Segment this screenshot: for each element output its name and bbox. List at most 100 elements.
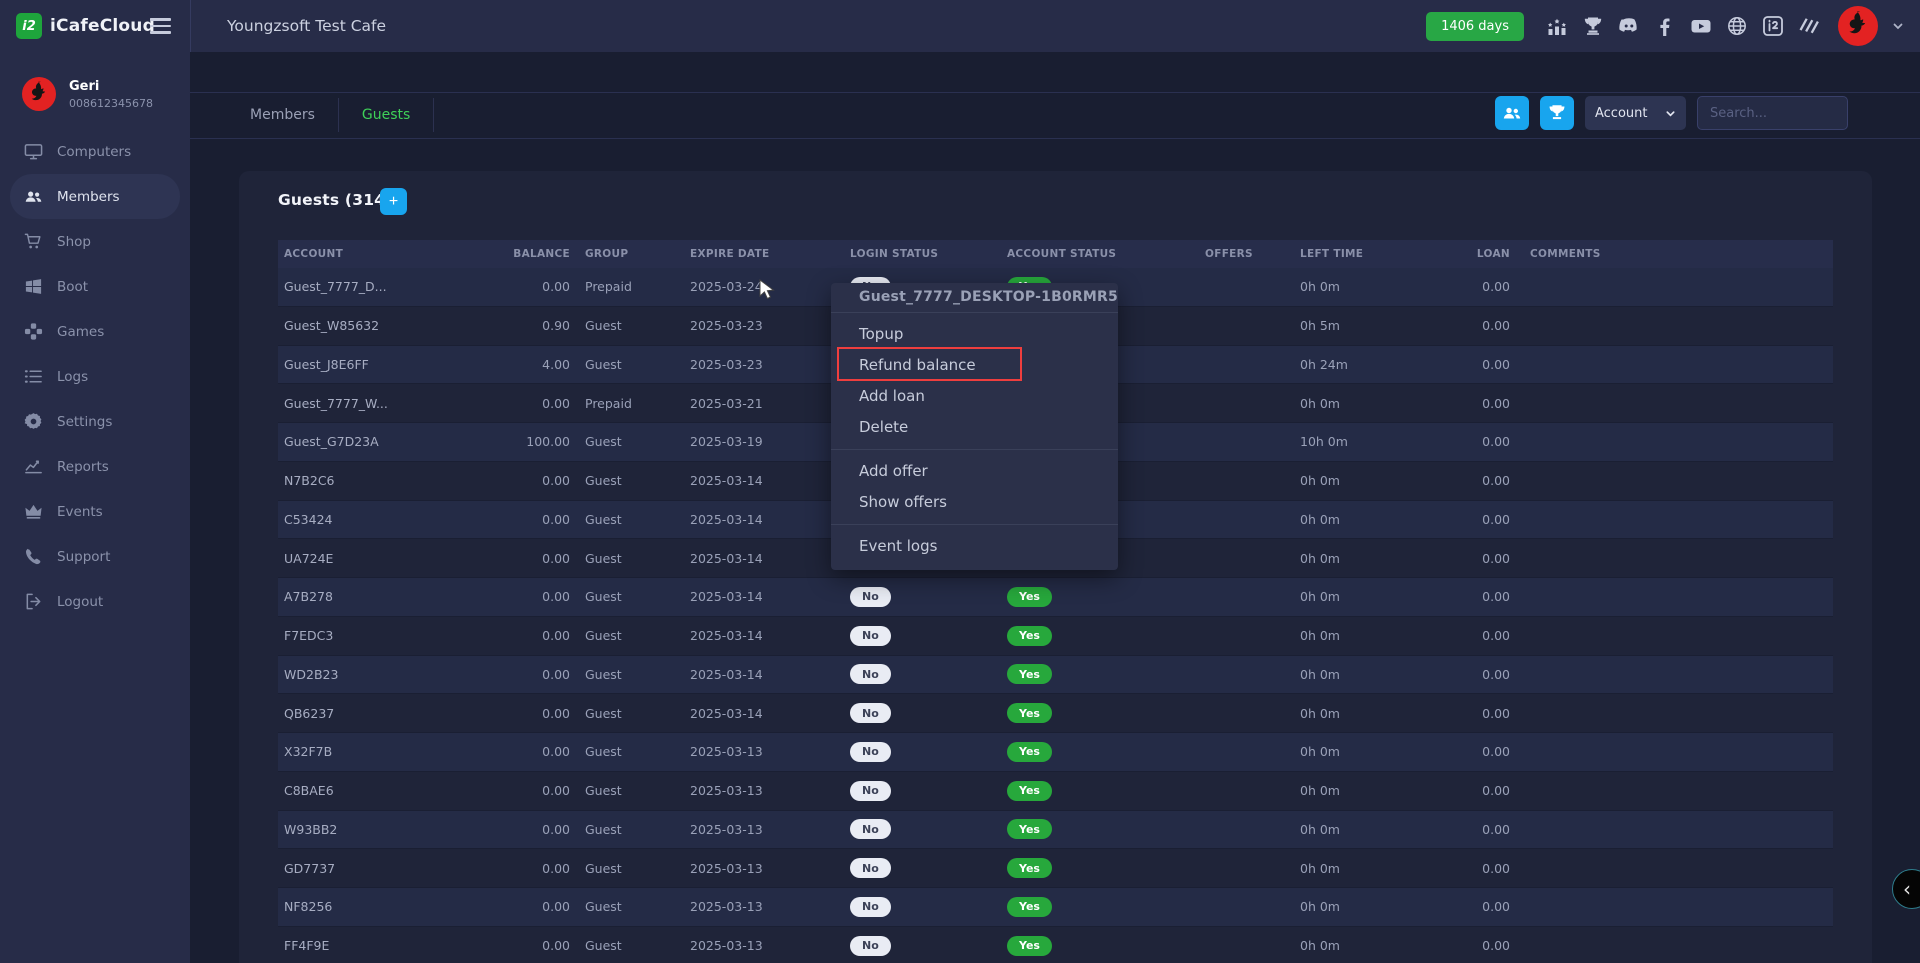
balance-cell: 0.00	[430, 706, 570, 721]
youngzsoft-icon[interactable]	[1798, 15, 1820, 37]
column-header-offers: OFFERS	[1205, 248, 1300, 260]
left-time-cell: 0h 0m	[1300, 938, 1420, 953]
column-header-left-time: LEFT TIME	[1300, 248, 1420, 260]
sidebar-item-boot[interactable]: Boot	[0, 264, 190, 309]
icafecloud-icon[interactable]	[1762, 15, 1784, 37]
no-status-badge: No	[850, 742, 891, 762]
discord-icon[interactable]	[1618, 15, 1640, 37]
sidebar-item-label: Boot	[57, 279, 88, 295]
facebook-icon[interactable]	[1654, 15, 1676, 37]
sidebar-item-shop[interactable]: Shop	[0, 219, 190, 264]
tab-guests[interactable]: Guests	[339, 98, 434, 132]
tab-members[interactable]: Members	[227, 98, 339, 132]
account-select[interactable]: Account	[1585, 96, 1686, 130]
chevron-down-icon[interactable]	[1892, 20, 1904, 32]
menu-item-refund-balance[interactable]: Refund balance	[831, 350, 1118, 381]
menu-toggle-icon[interactable]	[150, 16, 171, 36]
sidebar-item-computers[interactable]: Computers	[0, 129, 190, 174]
table-row[interactable]: C8BAE60.00Guest2025-03-13NoYes0h 0m0.00	[278, 772, 1833, 811]
table-row[interactable]: QB62370.00Guest2025-03-14NoYes0h 0m0.00	[278, 694, 1833, 733]
sidebar-item-label: Logout	[57, 594, 103, 610]
account-status-cell: Yes	[1007, 587, 1205, 607]
search-input[interactable]	[1697, 96, 1848, 130]
sidebar: Geri 008612345678 ComputersMembersShopBo…	[0, 52, 190, 963]
left-time-cell: 0h 0m	[1300, 706, 1420, 721]
balance-cell: 0.00	[430, 512, 570, 527]
select-chevron-icon	[1665, 108, 1676, 119]
menu-item-show-offers[interactable]: Show offers	[831, 487, 1118, 518]
menu-item-event-logs[interactable]: Event logs	[831, 531, 1118, 562]
account-status-cell: Yes	[1007, 742, 1205, 762]
expire-date-cell: 2025-03-13	[690, 861, 850, 876]
members-view-button[interactable]	[1495, 96, 1529, 130]
column-header-loan: LOAN	[1420, 248, 1510, 260]
menu-item-add-loan[interactable]: Add loan	[831, 381, 1118, 412]
balance-cell: 0.00	[430, 396, 570, 411]
ranking-view-button[interactable]	[1540, 96, 1574, 130]
balance-cell: 4.00	[430, 357, 570, 372]
days-button[interactable]: 1406 days	[1426, 12, 1524, 41]
user-avatar[interactable]	[1838, 6, 1878, 46]
loan-cell: 0.00	[1420, 512, 1510, 527]
sidebar-item-label: Computers	[57, 144, 131, 160]
annotation-rect	[837, 347, 1022, 381]
table-row[interactable]: F7EDC30.00Guest2025-03-14NoYes0h 0m0.00	[278, 617, 1833, 656]
group-cell: Guest	[570, 357, 690, 372]
expire-date-cell: 2025-03-24	[690, 279, 850, 294]
loan-cell: 0.00	[1420, 357, 1510, 372]
left-time-cell: 0h 0m	[1300, 899, 1420, 914]
account-cell: F7EDC3	[278, 628, 430, 643]
group-cell: Guest	[570, 861, 690, 876]
no-status-badge: No	[850, 858, 891, 878]
sidebar-item-games[interactable]: Games	[0, 309, 190, 354]
members-icon	[1502, 103, 1522, 123]
trophy-icon[interactable]	[1582, 15, 1604, 37]
sidebar-item-logs[interactable]: Logs	[0, 354, 190, 399]
table-row[interactable]: GD77370.00Guest2025-03-13NoYes0h 0m0.00	[278, 849, 1833, 888]
sidebar-item-events[interactable]: Events	[0, 489, 190, 534]
sidebar-item-reports[interactable]: Reports	[0, 444, 190, 489]
brand: i2 iCafeCloud	[16, 0, 155, 52]
panel-collapse-button[interactable]: ‹	[1892, 869, 1920, 909]
sidebar-item-logout[interactable]: Logout	[0, 579, 190, 624]
expire-date-cell: 2025-03-13	[690, 822, 850, 837]
balance-cell: 0.00	[430, 667, 570, 682]
globe-icon[interactable]	[1726, 15, 1748, 37]
topbar-divider	[190, 0, 191, 52]
group-cell: Guest	[570, 667, 690, 682]
boot-icon	[24, 277, 43, 296]
left-time-cell: 0h 0m	[1300, 861, 1420, 876]
yes-status-badge: Yes	[1007, 781, 1052, 801]
sidebar-item-members[interactable]: Members	[10, 174, 180, 219]
tabs-top-divider	[190, 92, 1920, 93]
sidebar-item-settings[interactable]: Settings	[0, 399, 190, 444]
table-row[interactable]: W93BB20.00Guest2025-03-13NoYes0h 0m0.00	[278, 811, 1833, 850]
left-time-cell: 0h 0m	[1300, 473, 1420, 488]
table-row[interactable]: FF4F9E0.00Guest2025-03-13NoYes0h 0m0.00	[278, 927, 1833, 963]
account-cell: Guest_7777_W...	[278, 396, 430, 411]
account-select-value: Account	[1595, 106, 1648, 121]
menu-item-delete[interactable]: Delete	[831, 412, 1118, 443]
menu-item-add-offer[interactable]: Add offer	[831, 456, 1118, 487]
table-row[interactable]: A7B2780.00Guest2025-03-14NoYes0h 0m0.00	[278, 578, 1833, 617]
loan-cell: 0.00	[1420, 628, 1510, 643]
group-cell: Guest	[570, 473, 690, 488]
yes-status-badge: Yes	[1007, 858, 1052, 878]
table-row[interactable]: X32F7B0.00Guest2025-03-13NoYes0h 0m0.00	[278, 733, 1833, 772]
account-status-cell: Yes	[1007, 781, 1205, 801]
sidebar-item-support[interactable]: Support	[0, 534, 190, 579]
table-row[interactable]: WD2B230.00Guest2025-03-14NoYes0h 0m0.00	[278, 656, 1833, 695]
add-guest-button[interactable]: +	[380, 188, 407, 215]
expire-date-cell: 2025-03-21	[690, 396, 850, 411]
youtube-icon[interactable]	[1690, 15, 1712, 37]
loan-cell: 0.00	[1420, 396, 1510, 411]
balance-cell: 0.00	[430, 589, 570, 604]
no-status-badge: No	[850, 897, 891, 917]
menu-group: Add offerShow offers	[831, 450, 1118, 525]
table-row[interactable]: NF82560.00Guest2025-03-13NoYes0h 0m0.00	[278, 888, 1833, 927]
ranking-icon[interactable]	[1546, 15, 1568, 37]
account-status-cell: Yes	[1007, 664, 1205, 684]
group-cell: Guest	[570, 938, 690, 953]
sidebar-avatar[interactable]	[22, 77, 56, 111]
menu-item-topup[interactable]: Topup	[831, 319, 1118, 350]
